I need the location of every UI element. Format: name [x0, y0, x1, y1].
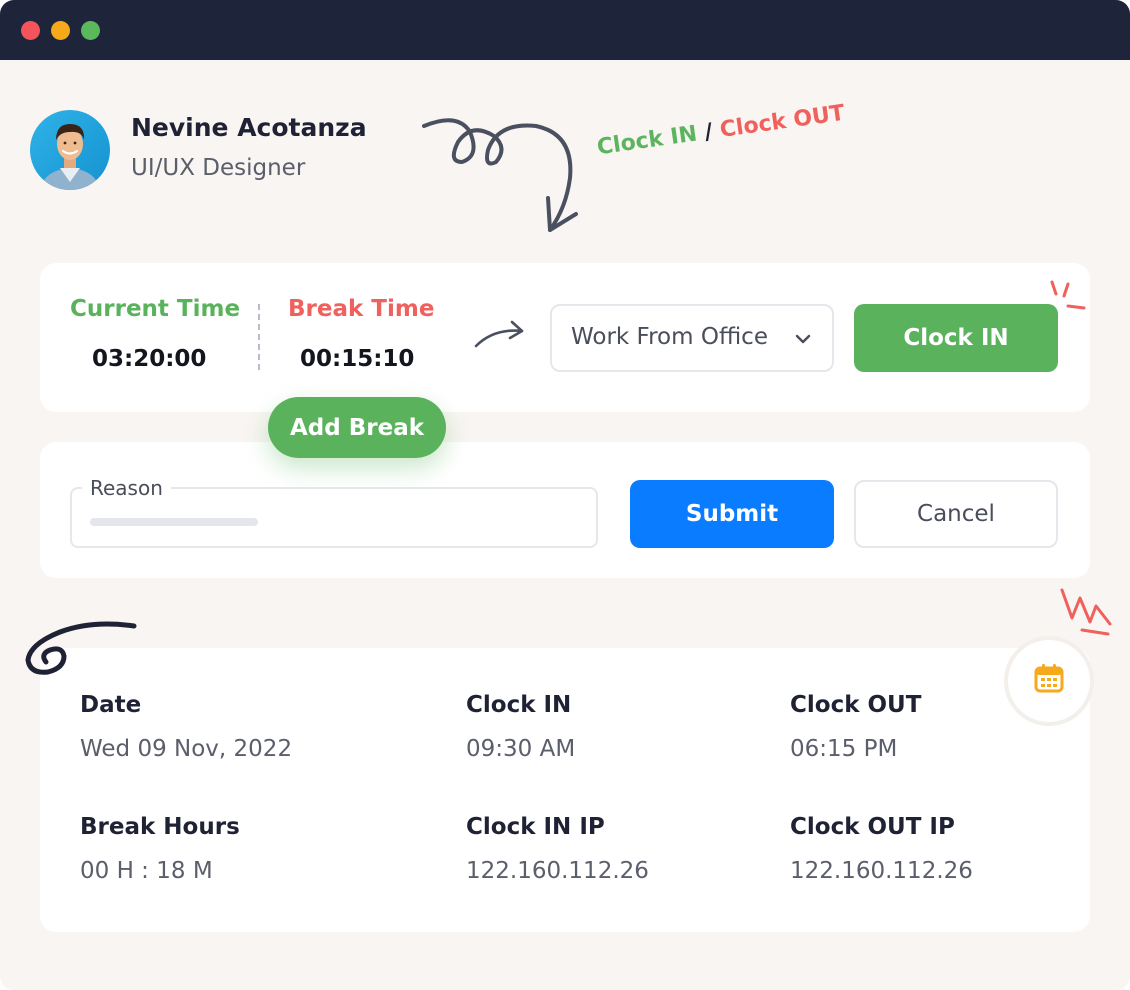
break-time-label: Break Time	[288, 296, 435, 322]
clock-out-label: Clock OUT	[790, 692, 922, 718]
profile-role: UI/UX Designer	[131, 155, 306, 181]
clock-in-value: 09:30 AM	[466, 736, 576, 762]
title-bar	[0, 0, 1130, 60]
work-mode-selected: Work From Office	[571, 324, 768, 350]
reason-label: Reason	[82, 476, 171, 500]
clock-in-ip-label: Clock IN IP	[466, 814, 605, 840]
avatar	[30, 110, 110, 190]
calendar-icon	[1034, 664, 1064, 693]
clock-out-ip-label: Clock OUT IP	[790, 814, 955, 840]
work-mode-select[interactable]: Work From Office	[550, 304, 834, 372]
arrow-right-icon	[474, 320, 524, 348]
current-time-label: Current Time	[70, 296, 241, 322]
clock-in-button[interactable]: Clock IN	[854, 304, 1058, 372]
break-time-value: 00:15:10	[300, 346, 415, 372]
annotation-separator: /	[702, 119, 715, 146]
sparkle-zigzag-icon	[1060, 588, 1112, 636]
annotation-clock-out: Clock OUT	[718, 100, 847, 143]
submit-button[interactable]: Submit	[630, 480, 834, 548]
clock-out-ip-value: 122.160.112.26	[790, 858, 973, 884]
break-hours-label: Break Hours	[80, 814, 240, 840]
maximize-window-button[interactable]	[81, 21, 100, 40]
annotation-clock-in: Clock IN	[595, 121, 699, 161]
chevron-down-icon	[795, 334, 811, 344]
clock-in-label: Clock IN	[466, 692, 572, 718]
app-window: Nevine Acotanza UI/UX Designer Clock IN …	[0, 0, 1130, 990]
swirl-icon	[25, 621, 137, 675]
clock-in-ip-value: 122.160.112.26	[466, 858, 649, 884]
date-label: Date	[80, 692, 142, 718]
user-avatar-icon	[30, 110, 110, 190]
reason-placeholder-bar	[90, 518, 258, 526]
current-time-value: 03:20:00	[92, 346, 207, 372]
close-window-button[interactable]	[21, 21, 40, 40]
timer-divider	[258, 304, 260, 370]
profile-name: Nevine Acotanza	[131, 113, 367, 142]
sparkle-lines-icon	[1050, 280, 1086, 310]
cancel-button[interactable]: Cancel	[854, 480, 1058, 548]
squiggle-arrow-icon	[422, 118, 578, 232]
clock-in-out-annotation: Clock IN / Clock OUT	[595, 101, 846, 161]
attendance-details-card	[40, 648, 1090, 932]
add-break-button[interactable]: Add Break	[268, 397, 446, 458]
minimize-window-button[interactable]	[51, 21, 70, 40]
break-hours-value: 00 H : 18 M	[80, 858, 213, 884]
date-value: Wed 09 Nov, 2022	[80, 736, 293, 762]
clock-out-value: 06:15 PM	[790, 736, 898, 762]
